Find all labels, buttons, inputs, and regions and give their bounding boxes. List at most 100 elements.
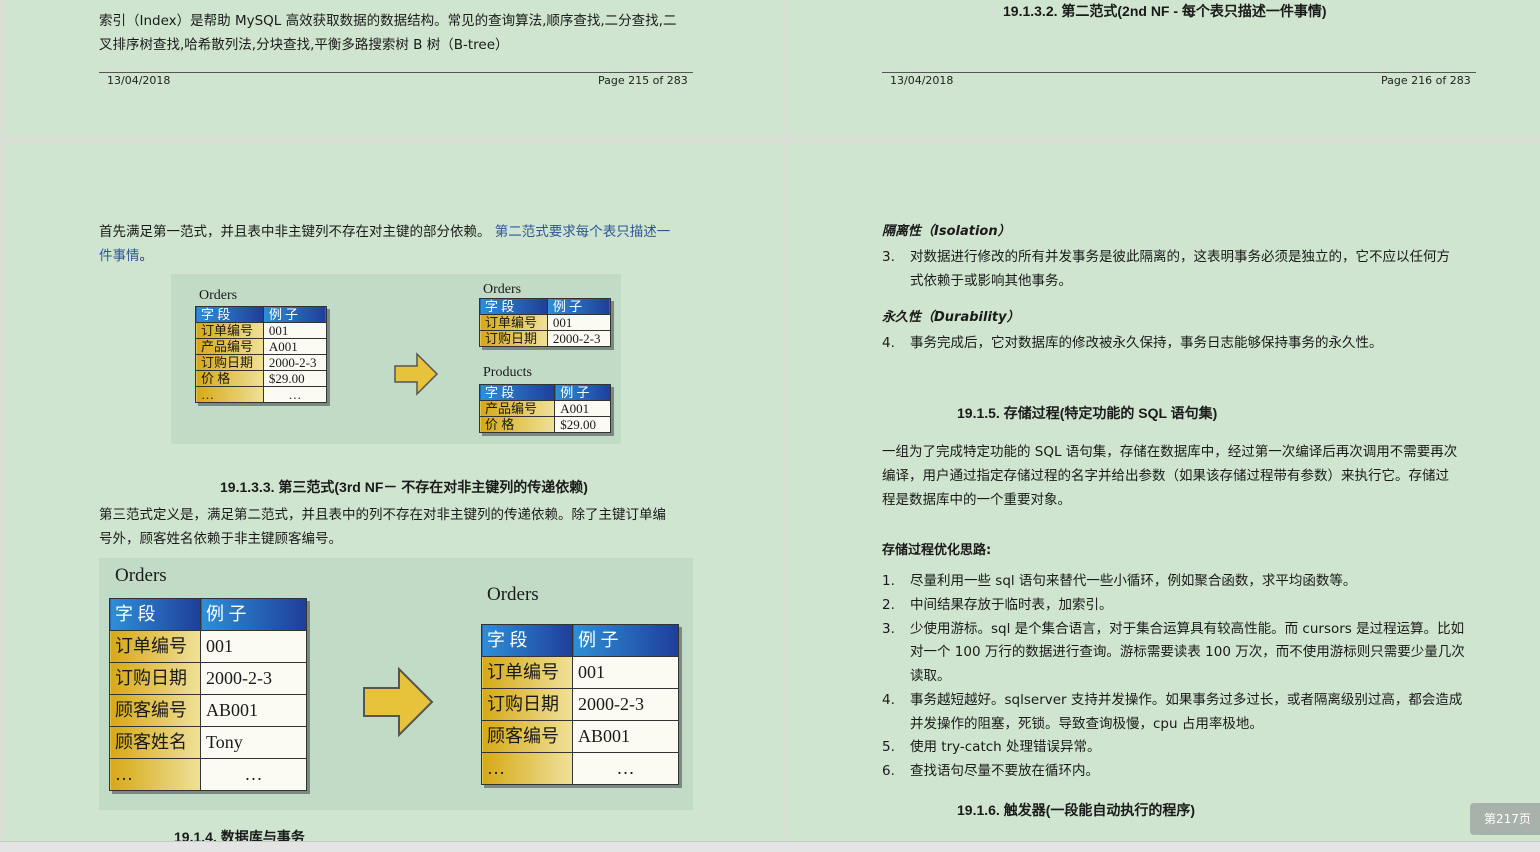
table-cell: 001: [547, 315, 610, 331]
header-field: 字 段: [196, 307, 264, 323]
arrow-right-icon: [361, 666, 435, 738]
item-number: 3.: [882, 245, 895, 269]
page-217-right: 隔离性（Isolation） 3. 对数据进行修改的所有并发事务是彼此隔离的，这…: [788, 144, 1540, 841]
stored-procedure-paragraph-line3: 程是数据库中的一个重要对象。: [882, 488, 1071, 512]
list-item: 使用 try-catch 处理错误异常。: [910, 735, 1101, 759]
table-cell: 订单编号: [110, 631, 201, 663]
table-cell: 订购日期: [110, 663, 201, 695]
optimization-title: 存储过程优化思路:: [882, 539, 991, 563]
orders-table: 字 段例 子 订单编号001 产品编号A001 订购日期2000-2-3 价 格…: [195, 306, 327, 403]
footer-rule: [882, 72, 1476, 73]
list-item-cont: 并发操作的阻塞，死锁。导致查询极慢，cpu 占用率极地。: [910, 712, 1263, 736]
list-item: 尽量利用一些 sql 语句来替代一些小循环，例如聚合函数，求平均函数等。: [910, 569, 1356, 593]
table-cell: 订购日期: [482, 689, 573, 721]
third-nf-paragraph-line2: 号外，顾客姓名依赖于非主键顾客编号。: [99, 527, 342, 551]
table-cell: Tony: [201, 727, 307, 759]
table-cell: …: [196, 387, 264, 403]
table-cell: 产品编号: [196, 339, 264, 355]
table-cell: …: [110, 759, 201, 791]
isolation-text-line2: 式依赖于或影响其他事务。: [910, 269, 1072, 293]
table-cell: AB001: [573, 721, 679, 753]
third-normal-form-heading: 19.1.3.3. 第三范式(3rd NF－ 不存在对非主键列的传递依赖): [220, 477, 588, 497]
table-cell: 001: [573, 657, 679, 689]
products-table: 字 段例 子 产品编号A001 价 格$29.00: [479, 384, 611, 433]
orders-caption: Orders: [199, 288, 237, 304]
right-orders-caption: Orders: [487, 584, 539, 606]
table-cell: A001: [555, 401, 611, 417]
header-field: 字 段: [482, 625, 573, 657]
page-indicator[interactable]: 第217页: [1470, 803, 1540, 835]
list-item: 中间结果存放于临时表，加索引。: [910, 593, 1113, 617]
table-cell: …: [263, 387, 326, 403]
page-216-tail: 19.1.3.2. 第二范式(2nd NF - 每个表只描述一件事情) 13/0…: [788, 0, 1540, 135]
table-cell: 2000-2-3: [263, 355, 326, 371]
orders-caption: Orders: [115, 565, 167, 587]
products-caption: Products: [483, 365, 532, 381]
item-number: 4.: [882, 331, 895, 355]
list-item-number: 1.: [882, 569, 895, 593]
durability-text: 事务完成后，它对数据库的修改被永久保持，事务日志能够保持事务的永久性。: [910, 331, 1383, 355]
header-example: 例 子: [263, 307, 326, 323]
list-item-number: 3.: [882, 617, 895, 641]
table-cell: 2000-2-3: [547, 331, 610, 347]
right-orders-table: 字 段例 子 订单编号001 订购日期2000-2-3: [479, 298, 611, 347]
second-nf-link[interactable]: 第二范式要求每个表只描述一: [495, 224, 671, 240]
stored-procedure-paragraph-line1: 一组为了完成特定功能的 SQL 语句集，存储在数据库中，经过第一次编译后再次调用…: [882, 440, 1457, 464]
footer-date: 13/04/2018: [107, 74, 170, 87]
header-field: 字 段: [480, 385, 555, 401]
table-cell: AB001: [201, 695, 307, 727]
header-example: 例 子: [573, 625, 679, 657]
table-cell: A001: [263, 339, 326, 355]
table-cell: 订单编号: [196, 323, 264, 339]
list-item-cont: 对一个 100 万行的数据进行查询。游标需要读表 100 万次，而不使用游标则只…: [910, 640, 1465, 664]
index-paragraph-line1: 索引（Index）是帮助 MySQL 高效获取数据的数据结构。常见的查询算法,顺…: [99, 9, 676, 33]
durability-title: 永久性（Durability）: [882, 306, 1020, 325]
viewer-toolbar[interactable]: [0, 841, 1540, 852]
table-cell: 001: [201, 631, 307, 663]
table-cell: 订购日期: [196, 355, 264, 371]
second-nf-text: 首先满足第一范式，并且表中非主键列不存在对主键的部分依赖。: [99, 224, 491, 240]
table-cell: …: [201, 759, 307, 791]
list-item-number: 4.: [882, 688, 895, 712]
table-cell: 订购日期: [480, 331, 548, 347]
list-item: 查找语句尽量不要放在循环内。: [910, 759, 1099, 783]
third-nf-diagram: Orders 字 段例 子 订单编号001 订购日期2000-2-3 顾客编号A…: [99, 558, 693, 810]
second-nf-link-cont[interactable]: 件事情: [99, 248, 140, 264]
list-item: 少使用游标。sql 是个集合语言，对于集合运算具有较高性能。而 cursors …: [910, 617, 1464, 641]
right-orders-table: 字 段例 子 订单编号001 订购日期2000-2-3 顾客编号AB001 ……: [481, 624, 679, 785]
table-cell: 价 格: [480, 417, 555, 433]
table-cell: 顾客编号: [482, 721, 573, 753]
orders-table: 字 段例 子 订单编号001 订购日期2000-2-3 顾客编号AB001 顾客…: [109, 598, 307, 791]
table-cell: 订单编号: [480, 315, 548, 331]
stored-procedure-paragraph-line2: 编译，用户通过指定存储过程的名字并给出参数（如果该存储过程带有参数）来执行它。存…: [882, 464, 1449, 488]
table-cell: 2000-2-3: [573, 689, 679, 721]
header-field: 字 段: [110, 599, 201, 631]
page-217-left: 首先满足第一范式，并且表中非主键列不存在对主键的部分依赖。 第二范式要求每个表只…: [5, 144, 784, 841]
table-cell: 价 格: [196, 371, 264, 387]
footer-page-number: Page 216 of 283: [1381, 74, 1471, 87]
table-cell: …: [573, 753, 679, 785]
table-cell: 顾客编号: [110, 695, 201, 727]
header-field: 字 段: [480, 299, 548, 315]
second-nf-paragraph-line1: 首先满足第一范式，并且表中非主键列不存在对主键的部分依赖。 第二范式要求每个表只…: [99, 220, 670, 244]
table-cell: 顾客姓名: [110, 727, 201, 759]
footer-page-number: Page 215 of 283: [598, 74, 688, 87]
header-example: 例 子: [201, 599, 307, 631]
table-cell: …: [482, 753, 573, 785]
arrow-right-icon: [393, 352, 439, 396]
list-item: 事务越短越好。sqlserver 支持并发操作。如果事务过多过长，或者隔离级别过…: [910, 688, 1462, 712]
period: 。: [140, 248, 154, 264]
footer-rule: [99, 72, 693, 73]
second-nf-diagram: Orders 字 段例 子 订单编号001 产品编号A001 订购日期2000-…: [171, 274, 621, 444]
list-item-number: 6.: [882, 759, 895, 783]
list-item-number: 2.: [882, 593, 895, 617]
table-cell: $29.00: [555, 417, 611, 433]
trigger-heading: 19.1.6. 触发器(一段能自动执行的程序): [957, 800, 1195, 820]
table-cell: 2000-2-3: [201, 663, 307, 695]
table-cell: 001: [263, 323, 326, 339]
page-215-tail: 索引（Index）是帮助 MySQL 高效获取数据的数据结构。常见的查询算法,顺…: [5, 0, 784, 135]
second-normal-form-heading: 19.1.3.2. 第二范式(2nd NF - 每个表只描述一件事情): [1003, 1, 1327, 21]
second-nf-paragraph-line2: 件事情。: [99, 244, 153, 268]
index-paragraph-line2: 叉排序树查找,哈希散列法,分块查找,平衡多路搜索树 B 树（B-tree）: [99, 33, 509, 57]
third-nf-paragraph-line1: 第三范式定义是，满足第二范式，并且表中的列不存在对非主键列的传递依赖。除了主键订…: [99, 503, 666, 527]
